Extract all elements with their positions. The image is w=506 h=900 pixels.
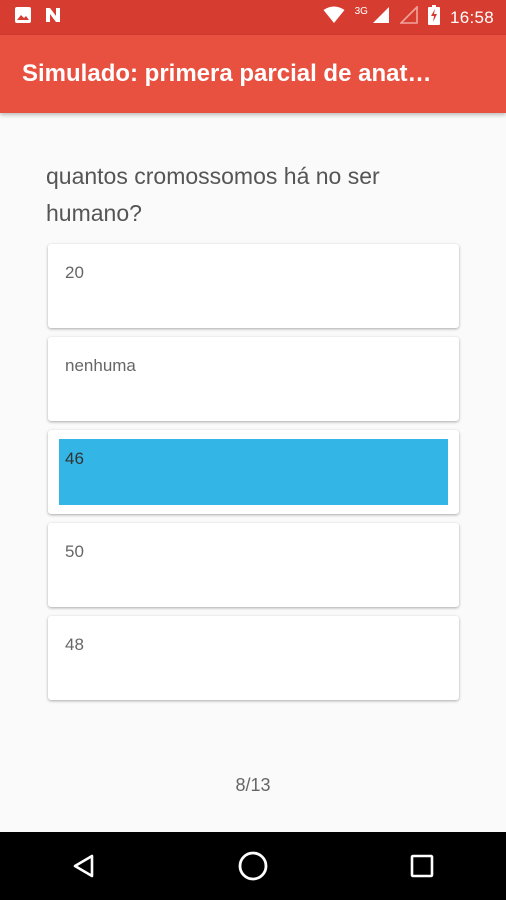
answer-label: 50 bbox=[65, 542, 84, 561]
question-progress: 8/13 bbox=[235, 775, 271, 795]
answer-option[interactable]: nenhuma bbox=[48, 337, 459, 421]
status-bar: 3G 16:58 bbox=[0, 0, 506, 35]
signal-icon bbox=[372, 6, 390, 29]
answer-label: 48 bbox=[65, 635, 84, 654]
home-button[interactable] bbox=[223, 836, 283, 896]
status-system: 3G 16:58 bbox=[323, 5, 506, 30]
status-notifications bbox=[0, 6, 62, 29]
recents-icon bbox=[410, 854, 433, 878]
screen: 3G 16:58 Simulado: primera parcial de an… bbox=[0, 0, 506, 900]
app-title: Simulado: primera parcial de anat… bbox=[22, 60, 432, 87]
wifi-icon bbox=[323, 6, 345, 29]
answer-label: nenhuma bbox=[65, 356, 136, 375]
answer-list: 20 nenhuma 46 50 48 bbox=[48, 244, 459, 709]
answer-option[interactable]: 48 bbox=[48, 616, 459, 700]
signal-empty-icon bbox=[399, 5, 418, 29]
image-icon bbox=[14, 6, 32, 29]
answer-option[interactable]: 20 bbox=[48, 244, 459, 328]
status-time: 16:58 bbox=[449, 7, 494, 27]
selection-highlight bbox=[59, 439, 448, 505]
navigation-bar bbox=[0, 832, 506, 900]
answer-option-selected[interactable]: 46 bbox=[48, 430, 459, 514]
home-icon bbox=[238, 851, 268, 881]
question-text: quantos cromossomos há no ser humano? bbox=[46, 163, 380, 226]
answer-label: 20 bbox=[65, 263, 84, 282]
answer-option[interactable]: 50 bbox=[48, 523, 459, 607]
recents-button[interactable] bbox=[392, 836, 452, 896]
battery-charging-icon bbox=[427, 5, 440, 30]
back-button[interactable] bbox=[54, 836, 114, 896]
n-app-icon bbox=[44, 6, 62, 29]
back-icon bbox=[74, 854, 94, 878]
answer-label: 46 bbox=[65, 449, 84, 468]
network-type: 3G bbox=[354, 6, 368, 17]
app-bar: Simulado: primera parcial de anat… bbox=[0, 35, 506, 113]
